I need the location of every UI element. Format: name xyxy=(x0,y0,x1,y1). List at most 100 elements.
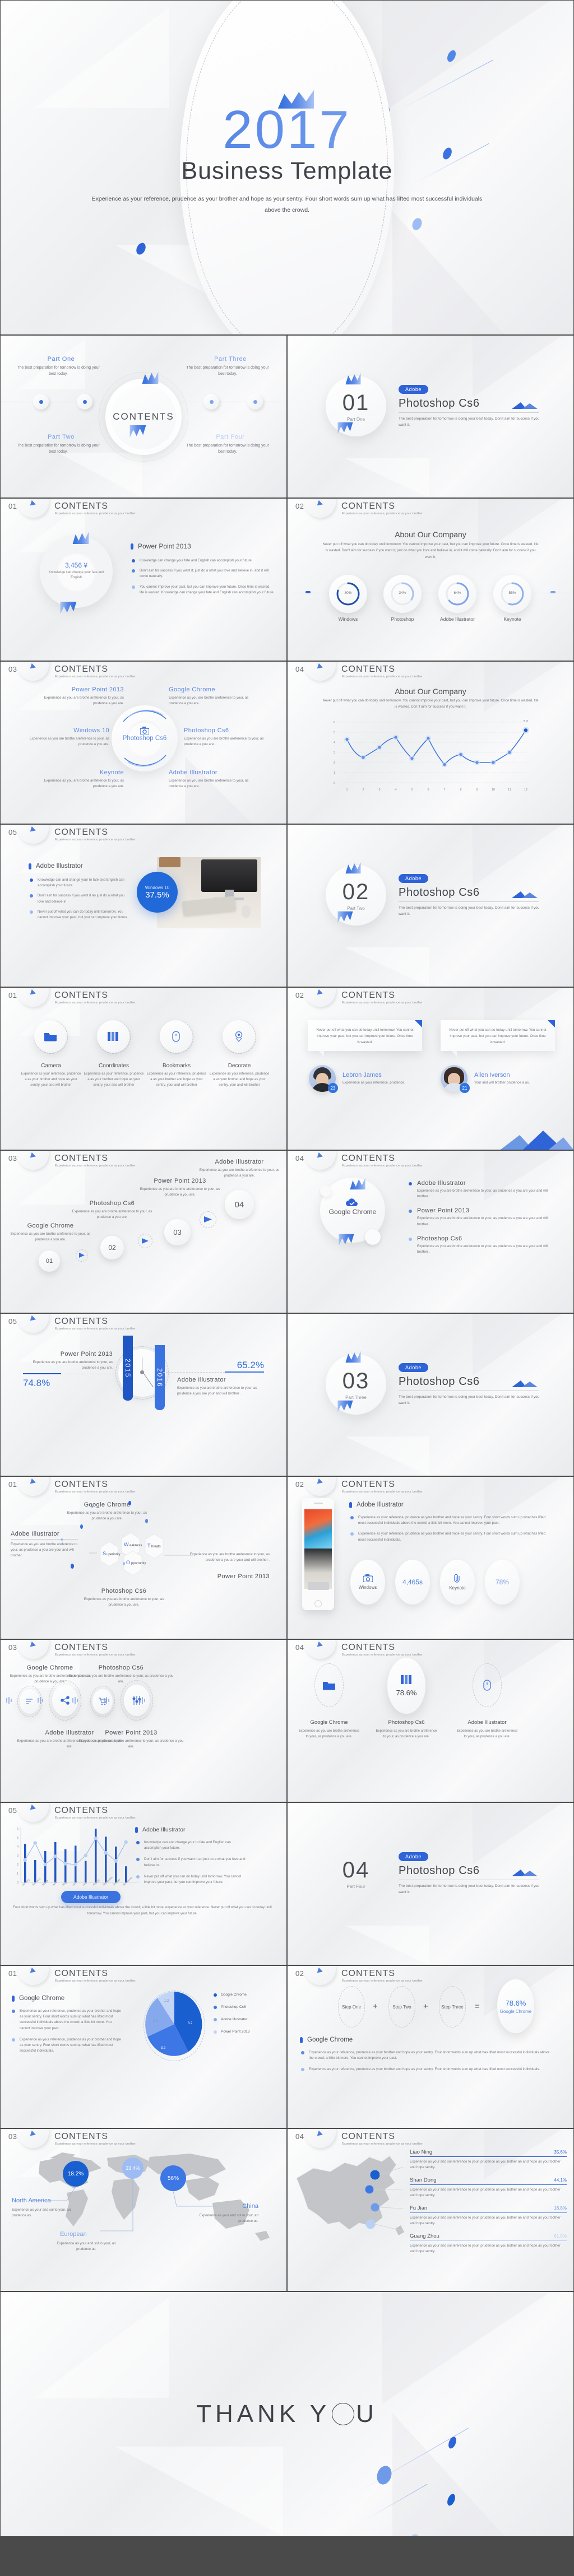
step-bubble-3[interactable]: 03 xyxy=(164,1219,191,1245)
bullet-cap-icon xyxy=(135,1826,138,1833)
region-2-name: European xyxy=(60,2231,87,2238)
about-paragraph: Never put off what you can do today unti… xyxy=(322,542,539,559)
oval-icon-2[interactable]: 78.6% xyxy=(387,1658,425,1714)
step-bubble-2[interactable]: 02 xyxy=(100,1236,124,1259)
section-number: 02 xyxy=(342,880,370,904)
line-chart-svg: 654 3210 1234 5678 9 10 11 12 5.2 xyxy=(334,720,529,792)
slide-cycle: 03 CONTENTS Experience as your reference… xyxy=(0,661,287,824)
icon-card-2[interactable] xyxy=(97,1020,129,1053)
region-1-text: Experience as your and sol to your, an p… xyxy=(12,2208,71,2218)
china-row-2-text: Experience as your and sol reference to … xyxy=(410,2188,561,2198)
slide-number: 05 xyxy=(8,1317,17,1326)
svg-text:6: 6 xyxy=(427,788,429,792)
chart-annotation: 5.2 xyxy=(524,720,528,723)
round-icon-2-title: Photoshop Cs6 xyxy=(98,1664,144,1671)
page-title: CONTENTS xyxy=(341,664,395,674)
books-icon xyxy=(401,1675,411,1684)
round-icon-card-1[interactable] xyxy=(20,1689,40,1714)
step-3-text: Experience as you are brothe areference … xyxy=(140,1187,220,1197)
page-title: CONTENTS xyxy=(341,501,395,511)
step-bubble-1[interactable]: 01 xyxy=(39,1250,60,1272)
icon-card-4-text: Experience as your reference, prudence a… xyxy=(209,1072,270,1087)
oval-2-text: Experience as you are brothe areference … xyxy=(376,1729,437,1739)
plus-sign-2: + xyxy=(423,2002,428,2011)
part-two-text: The best preparation for tomorrow is doi… xyxy=(17,444,100,454)
swot-left-title: Adobe Illustrator xyxy=(11,1531,59,1537)
phone-heading: Adobe Illustrator xyxy=(357,1501,404,1508)
page-subtitle: Experience as your reference, prudence a… xyxy=(342,675,424,678)
adobe-illustrator-button[interactable]: Adobe Illustrator xyxy=(61,1891,121,1903)
slide-section-04: 04 Part Four Adobe Photoshop Cs6 The bes… xyxy=(287,1802,574,1965)
step-one[interactable]: Step One xyxy=(338,1986,365,2028)
person-role: Experience as your reference, prudence. xyxy=(342,1081,405,1085)
svg-text:September: September xyxy=(102,1876,113,1886)
slide-number: 02 xyxy=(295,991,304,999)
svg-text:1.2: 1.2 xyxy=(164,2000,169,2003)
icon-card-1-text: Experience as your reference, prudence a… xyxy=(21,1072,81,1087)
clock-left-value: 74.8% xyxy=(23,1378,50,1388)
header-badge xyxy=(17,1966,49,1985)
china-row-1-value: 35.6% xyxy=(554,2150,567,2155)
plus-sign-1: + xyxy=(373,2002,378,2011)
list-item-1-text: Experience as you are brothe areference … xyxy=(417,1189,548,1199)
china-row-3-value: 16.8% xyxy=(554,2206,567,2211)
step-two[interactable]: Step Two xyxy=(388,1986,415,2028)
slide-world-map: 03 CONTENTS Experience as your reference… xyxy=(0,2128,287,2291)
ring-value-1: 80% xyxy=(344,591,352,595)
slide-number: 01 xyxy=(8,502,17,510)
icon-card-4[interactable] xyxy=(223,1020,255,1053)
decor-brush xyxy=(72,531,89,545)
wheel-node-2[interactable] xyxy=(77,394,92,410)
slide-four-round-icons: 03 CONTENTS Experience as your reference… xyxy=(0,1639,287,1802)
oval-center-value: 78.6% xyxy=(396,1689,417,1697)
bullet-text: Don’t aim for success if you want it an … xyxy=(38,894,125,904)
bullet-dot xyxy=(132,569,135,573)
header-badge xyxy=(304,1966,336,1985)
icon-card-3[interactable] xyxy=(160,1020,192,1053)
svg-text:1.4: 1.4 xyxy=(153,2020,158,2023)
step-bubble-4[interactable]: 04 xyxy=(225,1190,254,1219)
page-subtitle: Experience as your reference, prudence a… xyxy=(55,1164,137,1168)
icon-card-1[interactable] xyxy=(34,1020,67,1053)
svg-text:6: 6 xyxy=(17,1828,18,1831)
jersey-number-badge: 21 xyxy=(460,1083,470,1093)
oval-icon-3[interactable] xyxy=(473,1663,502,1707)
header-badge xyxy=(17,1640,49,1659)
swot-letter: S xyxy=(103,1551,106,1556)
section-part: Part Three xyxy=(345,1395,367,1400)
oval-icon-1[interactable] xyxy=(314,1663,344,1707)
clock-left-text: Experience as you are brothe areference … xyxy=(33,1360,113,1370)
wheel-node-3[interactable] xyxy=(203,394,219,410)
mountain-icon xyxy=(512,1870,538,1876)
step-three[interactable]: Step Three xyxy=(439,1986,466,2028)
list-item-2-title: Power Point 2013 xyxy=(417,1207,470,1215)
section-number-circle: 04 Part Four xyxy=(326,1843,386,1904)
page-subtitle: Experience as your reference, prudence a… xyxy=(342,512,424,515)
bullet-text: Never put off what you can do today unti… xyxy=(38,909,128,920)
play-icon xyxy=(79,1253,85,1258)
slide-number: 04 xyxy=(295,1154,304,1163)
round-icon-4-text: Experience as you are brothe areference … xyxy=(78,1739,184,1749)
page-title: CONTENTS xyxy=(54,501,108,511)
wheel-node-4[interactable] xyxy=(247,394,263,410)
quote-card-2: Never put off what you can do today unti… xyxy=(441,1020,555,1051)
svg-text:April: April xyxy=(52,1881,57,1886)
svg-text:9: 9 xyxy=(476,788,478,792)
marker-value-3: 56% xyxy=(168,2175,179,2182)
clock-right-text: Experience as you are brothe areference … xyxy=(177,1386,257,1396)
wheel-node-1[interactable] xyxy=(33,394,49,410)
mountain-decor xyxy=(501,1131,573,1150)
windows-bubble: Windows 10 37.5% xyxy=(137,872,178,913)
icon-card-4-title: Decorate xyxy=(228,1063,251,1069)
thank-you-pre: THANK Y xyxy=(196,2400,331,2428)
page-title: CONTENTS xyxy=(54,1643,108,1652)
adobe-pill: Adobe xyxy=(399,874,429,883)
tick-marks-icon xyxy=(6,1697,12,1704)
svg-text:3: 3 xyxy=(334,751,335,755)
slide-number: 04 xyxy=(295,1643,304,1652)
adobe-pill: Adobe xyxy=(399,1363,429,1372)
section-number: 01 xyxy=(342,390,370,415)
cover-description: Experience as your reference, prudence a… xyxy=(91,196,483,213)
oval-3-title: Adobe Illustrator xyxy=(467,1719,507,1726)
list-item-2-text: Experience as you are brothe areference … xyxy=(417,1216,548,1226)
